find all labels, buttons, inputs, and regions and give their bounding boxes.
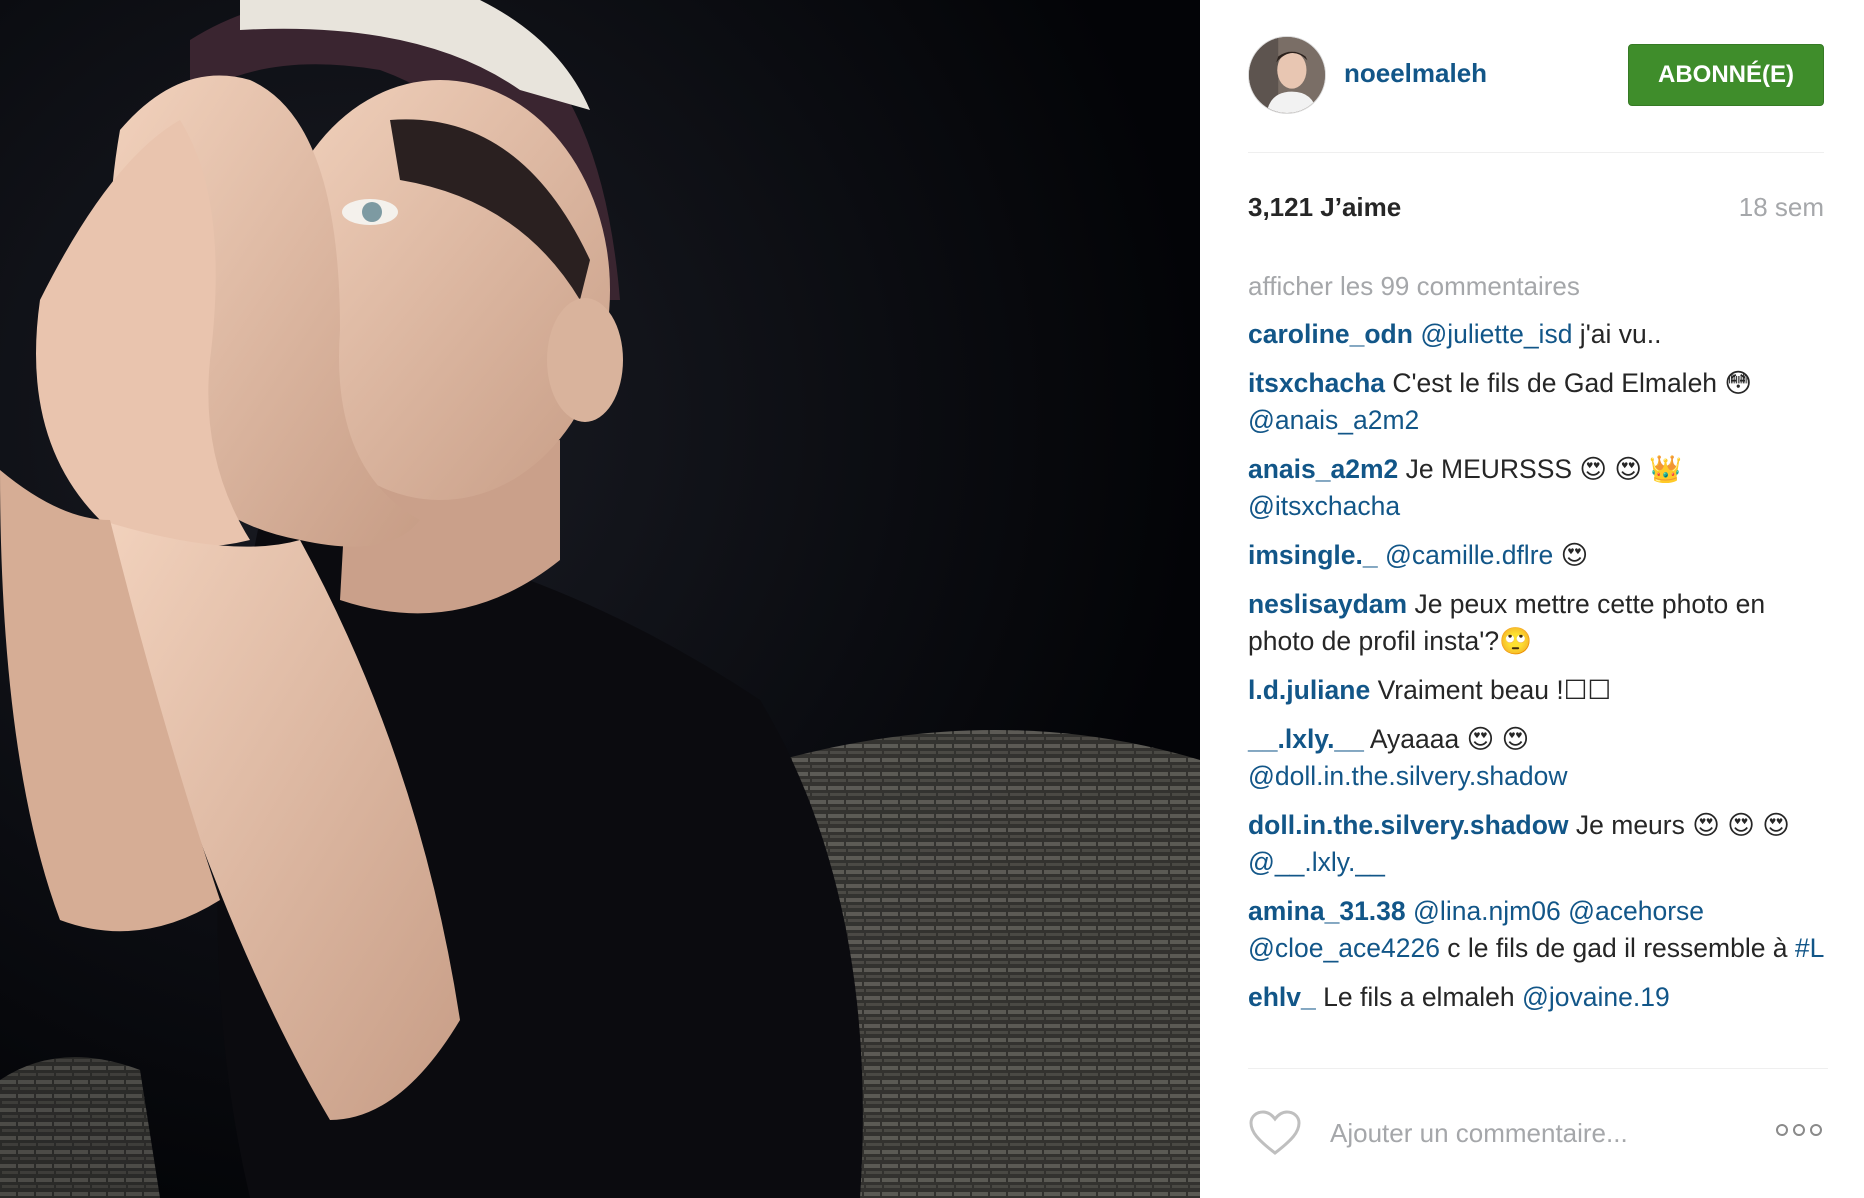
comment-username[interactable]: imsingle._ bbox=[1248, 540, 1378, 570]
comment-mention[interactable]: @lina.njm06 bbox=[1413, 896, 1561, 926]
username-link[interactable]: noeelmaleh bbox=[1344, 58, 1487, 89]
view-all-comments-link[interactable]: afficher les 99 commentaires bbox=[1248, 268, 1828, 304]
comment-username[interactable]: ehlv_ bbox=[1248, 982, 1316, 1012]
comment-username[interactable]: caroline_odn bbox=[1248, 319, 1413, 349]
comment-hashtag[interactable]: #L bbox=[1795, 933, 1824, 963]
comment-text: C'est le fils de Gad Elmaleh 😳 bbox=[1385, 368, 1753, 398]
post-meta: 3,121 J’aime 18 sem bbox=[1248, 192, 1824, 228]
comment-text: Je meurs 😍 😍 😍 bbox=[1568, 810, 1790, 840]
comment-username[interactable]: amina_31.38 bbox=[1248, 896, 1406, 926]
post-photo[interactable] bbox=[0, 0, 1200, 1198]
comment: ehlv_ Le fils a elmaleh @jovaine.19 bbox=[1248, 979, 1828, 1016]
comment-mention[interactable]: @juliette_isd bbox=[1420, 319, 1572, 349]
comment: l.d.juliane Vraiment beau !☐☐ bbox=[1248, 672, 1828, 709]
comment: __.lxly.__ Ayaaaa 😍 😍 @doll.in.the.silve… bbox=[1248, 721, 1828, 795]
comment-text: 😍 bbox=[1553, 540, 1589, 570]
comment-username[interactable]: l.d.juliane bbox=[1248, 675, 1370, 705]
comment: caroline_odn @juliette_isd j'ai vu.. bbox=[1248, 316, 1828, 353]
comment-mention[interactable]: @camille.dflre bbox=[1385, 540, 1553, 570]
comment-text: Je MEURSSS 😍 😍 👑 bbox=[1398, 454, 1683, 484]
comment-text: Le fils a elmaleh bbox=[1315, 982, 1522, 1012]
comment-username[interactable]: anais_a2m2 bbox=[1248, 454, 1398, 484]
comment: amina_31.38 @lina.njm06 @acehorse @cloe_… bbox=[1248, 893, 1828, 967]
like-count[interactable]: 3,121 J’aime bbox=[1248, 192, 1401, 223]
avatar[interactable] bbox=[1248, 36, 1326, 114]
comment: doll.in.the.silvery.shadow Je meurs 😍 😍 … bbox=[1248, 807, 1828, 881]
more-options-icon[interactable] bbox=[1774, 1119, 1824, 1141]
post-age[interactable]: 18 sem bbox=[1739, 192, 1824, 223]
avatar-image bbox=[1249, 37, 1325, 113]
post-photo-illustration bbox=[0, 0, 1200, 1198]
comment: imsingle._ @camille.dflre 😍 bbox=[1248, 537, 1828, 574]
comment-mention[interactable]: @anais_a2m2 bbox=[1248, 405, 1419, 435]
comment-mention[interactable]: @itsxchacha bbox=[1248, 491, 1400, 521]
comment-mention[interactable]: @doll.in.the.silvery.shadow bbox=[1248, 761, 1568, 791]
comment-mention[interactable]: @__.lxly.__ bbox=[1248, 847, 1385, 877]
add-comment-input[interactable] bbox=[1328, 1111, 1752, 1155]
post-details-panel: noeelmaleh ABONNÉ(E) 3,121 J’aime 18 sem… bbox=[1200, 0, 1864, 1198]
post-header: noeelmaleh ABONNÉ(E) bbox=[1248, 36, 1824, 153]
comment-username[interactable]: itsxchacha bbox=[1248, 368, 1385, 398]
comment-text: Vraiment beau !☐☐ bbox=[1370, 675, 1612, 705]
comment-text bbox=[1561, 896, 1568, 926]
comment-username[interactable]: doll.in.the.silvery.shadow bbox=[1248, 810, 1569, 840]
comment-mention[interactable]: @acehorse bbox=[1568, 896, 1704, 926]
comment-username[interactable]: neslisaydam bbox=[1248, 589, 1407, 619]
comment-text bbox=[1378, 540, 1385, 570]
comment: itsxchacha C'est le fils de Gad Elmaleh … bbox=[1248, 365, 1828, 439]
comment-username[interactable]: __.lxly.__ bbox=[1248, 724, 1364, 754]
comment-text: c le fils de gad il ressemble à bbox=[1439, 933, 1795, 963]
heart-icon[interactable] bbox=[1248, 1109, 1302, 1157]
comment-text: j'ai vu.. bbox=[1572, 319, 1662, 349]
comment-mention[interactable]: @cloe_ace4226 bbox=[1248, 933, 1440, 963]
add-comment-bar bbox=[1248, 1105, 1824, 1159]
comment-text bbox=[1406, 896, 1413, 926]
comment-mention[interactable]: @jovaine.19 bbox=[1522, 982, 1670, 1012]
comment: anais_a2m2 Je MEURSSS 😍 😍 👑 @itsxchacha bbox=[1248, 451, 1828, 525]
comment-text: Ayaaaa 😍 😍 bbox=[1363, 724, 1530, 754]
comment: neslisaydam Je peux mettre cette photo e… bbox=[1248, 586, 1828, 660]
following-button[interactable]: ABONNÉ(E) bbox=[1628, 44, 1824, 106]
comments-list: afficher les 99 commentaires caroline_od… bbox=[1248, 268, 1828, 1069]
